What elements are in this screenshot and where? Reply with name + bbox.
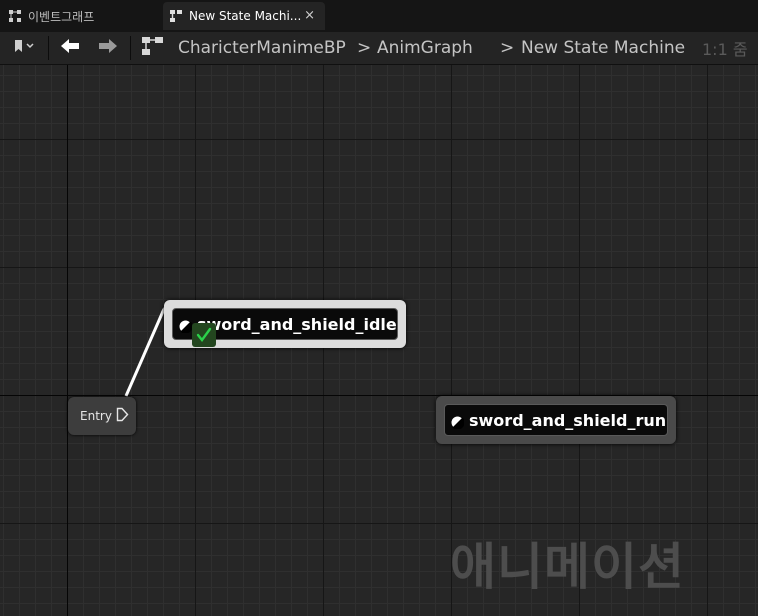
state-icon <box>179 318 193 334</box>
breadcrumb-blueprint[interactable]: CharicterManimeBP <box>178 32 346 64</box>
bookmark-icon <box>12 38 36 58</box>
state-machine-icon <box>140 35 166 61</box>
tab-label: New State Machi... <box>189 9 302 23</box>
state-machine-icon-button <box>138 32 168 64</box>
graph-canvas[interactable]: Entry sword_and_shield_idle sword_and_sh… <box>0 65 758 616</box>
breadcrumb-separator: > <box>357 38 372 58</box>
entry-node[interactable]: Entry <box>68 397 136 435</box>
zoom-level: 1:1 줌 <box>702 40 748 59</box>
state-node-body: sword_and_shield_run <box>444 404 668 436</box>
state-label: sword_and_shield_run <box>469 410 667 430</box>
graph-toolbar: CharicterManimeBP > AnimGraph > New Stat… <box>0 32 758 65</box>
back-arrow-icon <box>59 37 81 59</box>
state-node-run[interactable]: sword_and_shield_run <box>436 396 676 444</box>
breadcrumb-animgraph[interactable]: AnimGraph <box>377 32 473 64</box>
forward-button[interactable] <box>94 32 122 64</box>
close-icon[interactable]: × <box>304 8 315 23</box>
active-state-check-icon <box>192 323 216 347</box>
graph-type-watermark: 애니메이션 <box>450 538 685 596</box>
toolbar-divider <box>130 36 131 60</box>
entry-label: Entry <box>80 409 112 423</box>
toolbar-divider <box>48 36 49 60</box>
state-icon <box>451 414 465 430</box>
output-pin-icon[interactable] <box>116 407 129 425</box>
breadcrumb-state-machine[interactable]: New State Machine <box>521 32 685 64</box>
tab-event-graph[interactable]: 이벤트그래프 <box>2 2 100 30</box>
tab-bar: 이벤트그래프 New State Machi... × <box>0 0 758 32</box>
state-machine-icon <box>169 9 183 23</box>
tab-label: 이벤트그래프 <box>28 9 95 24</box>
event-graph-icon <box>8 9 22 23</box>
state-label: sword_and_shield_idle <box>197 314 397 334</box>
tab-new-state-machine[interactable]: New State Machi... × <box>163 2 325 30</box>
back-button[interactable] <box>56 32 84 64</box>
bookmark-button[interactable] <box>6 32 42 64</box>
breadcrumb-separator: > <box>500 38 515 58</box>
forward-arrow-icon <box>97 37 119 59</box>
